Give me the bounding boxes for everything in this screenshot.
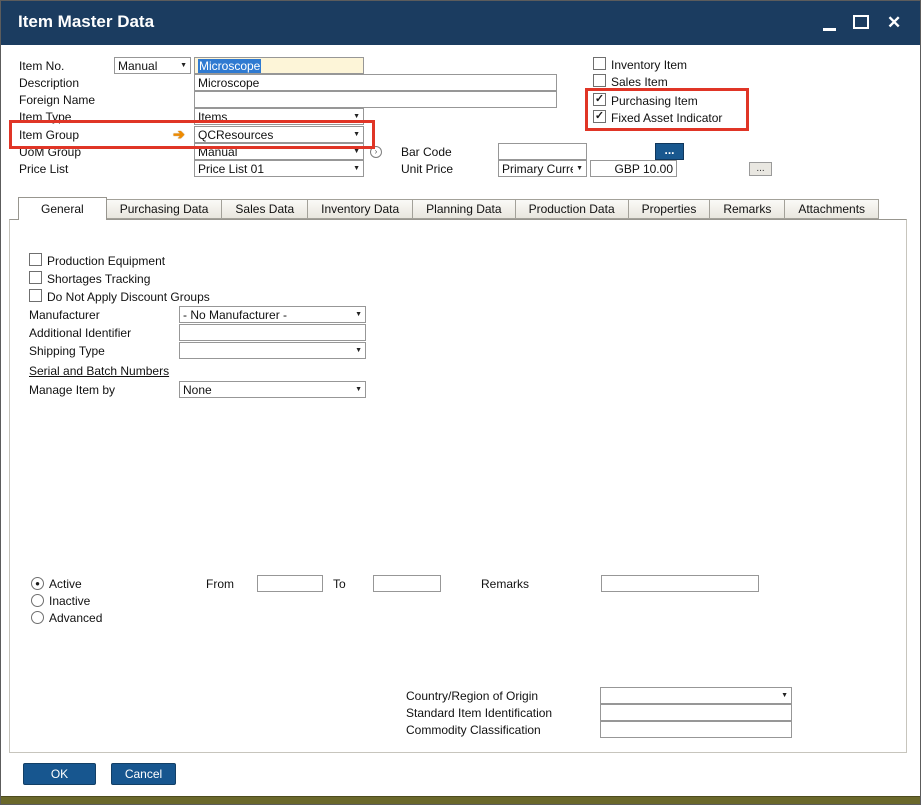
foreign-name-label: Foreign Name xyxy=(19,93,95,107)
shipping-type-label: Shipping Type xyxy=(29,344,105,358)
minimize-icon xyxy=(823,28,836,31)
do-not-apply-discount-groups-checkbox[interactable] xyxy=(29,289,42,302)
description-value: Microscope xyxy=(198,76,259,90)
commodity-classification-label: Commodity Classification xyxy=(406,723,541,737)
do-not-apply-discount-groups-label: Do Not Apply Discount Groups xyxy=(47,290,210,304)
price-list-select[interactable]: Price List 01 ▼ xyxy=(194,160,364,177)
close-button[interactable]: ✕ xyxy=(887,14,901,31)
radio-dot-icon: ● xyxy=(35,580,40,588)
maximize-icon xyxy=(853,15,869,29)
unit-price-amount-input[interactable]: GBP 10.00 xyxy=(590,160,677,177)
inventory-item-checkbox[interactable] xyxy=(593,57,606,70)
shortages-tracking-checkbox[interactable] xyxy=(29,271,42,284)
chevron-down-icon: ▼ xyxy=(350,148,360,155)
production-equipment-label: Production Equipment xyxy=(47,254,165,268)
tab-properties[interactable]: Properties xyxy=(628,199,711,219)
chevron-down-icon: ▼ xyxy=(350,113,360,120)
advanced-radio[interactable] xyxy=(31,611,44,624)
remarks-input[interactable] xyxy=(601,575,759,592)
item-no-value: Microscope xyxy=(198,59,261,73)
manufacturer-label: Manufacturer xyxy=(29,308,100,322)
chevron-down-icon: ▼ xyxy=(177,62,187,69)
shipping-type-select[interactable]: ▼ xyxy=(179,342,366,359)
status-strip xyxy=(1,796,920,805)
item-no-label: Item No. xyxy=(19,59,64,73)
advanced-radio-label: Advanced xyxy=(49,611,102,625)
production-equipment-checkbox[interactable] xyxy=(29,253,42,266)
bar-code-label: Bar Code xyxy=(401,145,452,159)
chevron-down-icon: ▼ xyxy=(352,347,362,354)
from-label: From xyxy=(206,577,234,591)
sales-item-label: Sales Item xyxy=(611,75,668,89)
manufacturer-select[interactable]: - No Manufacturer - ▼ xyxy=(179,306,366,323)
additional-identifier-label: Additional Identifier xyxy=(29,326,131,340)
manage-item-by-label: Manage Item by xyxy=(29,383,115,397)
chevron-down-icon: ▼ xyxy=(573,165,583,172)
price-list-label: Price List xyxy=(19,162,68,176)
unit-price-browse-button[interactable]: ... xyxy=(749,162,772,176)
cancel-button[interactable]: Cancel xyxy=(111,763,176,785)
unit-price-label: Unit Price xyxy=(401,162,453,176)
manage-item-by-select[interactable]: None ▼ xyxy=(179,381,366,398)
item-no-mode-select[interactable]: Manual ▼ xyxy=(114,57,191,74)
unit-price-amount-value: GBP 10.00 xyxy=(615,162,674,176)
item-no-input[interactable]: Microscope xyxy=(194,57,364,74)
foreign-name-input[interactable] xyxy=(194,91,557,108)
chevron-down-icon: ▼ xyxy=(352,386,362,393)
to-input[interactable] xyxy=(373,575,441,592)
description-label: Description xyxy=(19,76,79,90)
serial-and-batch-numbers-heading: Serial and Batch Numbers xyxy=(29,364,169,378)
close-icon: ✕ xyxy=(887,14,901,31)
item-no-mode-value: Manual xyxy=(118,59,177,73)
country-region-of-origin-label: Country/Region of Origin xyxy=(406,689,538,703)
unit-price-currency-value: Primary Curren xyxy=(502,162,573,176)
tab-bar: General Purchasing Data Sales Data Inven… xyxy=(19,199,879,220)
chevron-down-icon: ▼ xyxy=(778,692,788,699)
tab-sales-data[interactable]: Sales Data xyxy=(221,199,308,219)
highlight-box-item-group xyxy=(9,120,375,149)
highlight-box-purchasing-fixed-asset xyxy=(585,88,749,131)
tab-planning-data[interactable]: Planning Data xyxy=(412,199,515,219)
maximize-button[interactable] xyxy=(853,15,869,29)
manufacturer-value: - No Manufacturer - xyxy=(183,308,352,322)
from-input[interactable] xyxy=(257,575,323,592)
inventory-item-label: Inventory Item xyxy=(611,58,687,72)
active-radio[interactable]: ● xyxy=(31,577,44,590)
tab-remarks[interactable]: Remarks xyxy=(709,199,785,219)
tab-purchasing-data[interactable]: Purchasing Data xyxy=(106,199,223,219)
minimize-button[interactable] xyxy=(823,28,836,31)
additional-identifier-input[interactable] xyxy=(179,324,366,341)
bar-code-input[interactable] xyxy=(498,143,587,160)
inactive-radio-label: Inactive xyxy=(49,594,90,608)
standard-item-identification-label: Standard Item Identification xyxy=(406,706,552,720)
active-radio-label: Active xyxy=(49,577,82,591)
chevron-down-icon: ▼ xyxy=(352,311,362,318)
bar-code-browse-button[interactable]: ... xyxy=(655,143,684,160)
remarks-label: Remarks xyxy=(481,577,529,591)
tab-production-data[interactable]: Production Data xyxy=(515,199,629,219)
manage-item-by-value: None xyxy=(183,383,352,397)
commodity-classification-input[interactable] xyxy=(600,721,792,738)
ok-button[interactable]: OK xyxy=(23,763,96,785)
window-title: Item Master Data xyxy=(18,12,154,32)
country-region-of-origin-select[interactable]: ▼ xyxy=(600,687,792,704)
tab-inventory-data[interactable]: Inventory Data xyxy=(307,199,413,219)
tab-attachments[interactable]: Attachments xyxy=(784,199,879,219)
price-list-value: Price List 01 xyxy=(198,162,350,176)
unit-price-currency-select[interactable]: Primary Curren ▼ xyxy=(498,160,587,177)
titlebar: Item Master Data ✕ xyxy=(1,1,920,45)
description-input[interactable]: Microscope xyxy=(194,74,557,91)
sales-item-checkbox[interactable] xyxy=(593,74,606,87)
tab-general[interactable]: General xyxy=(18,197,107,220)
inactive-radio[interactable] xyxy=(31,594,44,607)
standard-item-identification-input[interactable] xyxy=(600,704,792,721)
chevron-down-icon: ▼ xyxy=(350,165,360,172)
shortages-tracking-label: Shortages Tracking xyxy=(47,272,150,286)
to-label: To xyxy=(333,577,346,591)
item-master-data-window: Item Master Data ✕ Item No. Manual ▼ Mic… xyxy=(0,0,921,805)
